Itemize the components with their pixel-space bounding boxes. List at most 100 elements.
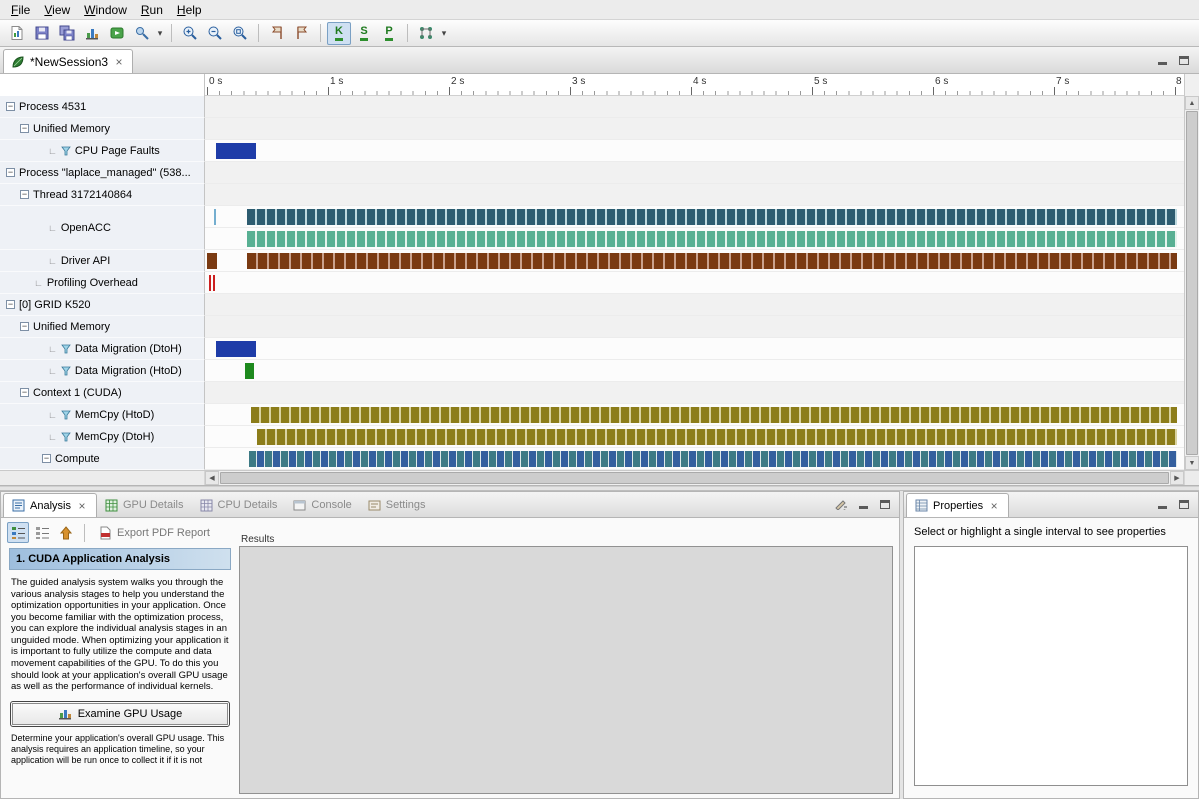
track-grid-k520[interactable] — [205, 294, 1184, 316]
track-memcpy-dtoh[interactable] — [205, 426, 1184, 448]
scroll-up-button[interactable] — [1185, 96, 1199, 110]
tab-gpu-details[interactable]: GPU Details — [97, 493, 192, 517]
timeline-bar-openacc-start[interactable] — [214, 209, 216, 225]
close-icon[interactable] — [988, 500, 1000, 512]
unguided-analysis-button[interactable] — [31, 522, 53, 543]
close-icon[interactable] — [113, 56, 125, 68]
horizontal-scrollbar[interactable] — [0, 470, 1199, 485]
timeline-bars-driver-api[interactable] — [247, 253, 1177, 269]
vertical-scroll-thumb[interactable] — [1186, 111, 1198, 455]
tree-item-openacc[interactable]: OpenACC — [0, 206, 205, 250]
collapse-icon[interactable] — [42, 454, 51, 463]
filter-icon[interactable] — [61, 432, 71, 442]
timeline-bars-memcpy-dtoh[interactable] — [257, 429, 1177, 445]
toggle-kernel-button[interactable]: K — [327, 22, 351, 45]
zoom-fit-button[interactable] — [228, 22, 252, 45]
examine-gpu-usage-button[interactable]: Examine GPU Usage — [12, 703, 228, 725]
tree-item-driver-api[interactable]: Driver API — [0, 250, 205, 272]
menu-window[interactable]: Window — [77, 1, 134, 19]
tree-item-memcpy-htod[interactable]: MemCpy (HtoD) — [0, 404, 205, 426]
tree-item-data-migration-dtoh[interactable]: Data Migration (DtoH) — [0, 338, 205, 360]
collapse-icon[interactable] — [6, 168, 15, 177]
filter-icon[interactable] — [61, 410, 71, 420]
collapse-icon[interactable] — [6, 102, 15, 111]
track-data-migration-dtoh[interactable] — [205, 338, 1184, 360]
view-menu-button[interactable] — [833, 496, 849, 512]
track-context-1[interactable] — [205, 382, 1184, 404]
time-ruler[interactable]: 0 s 1 s 2 s 3 s 4 s 5 s 6 s 7 s 8 — [205, 74, 1184, 96]
track-process-4531[interactable] — [205, 96, 1184, 118]
collapse-icon[interactable] — [20, 124, 29, 133]
track-driver-api[interactable] — [205, 250, 1184, 272]
maximize-button[interactable] — [1176, 496, 1192, 512]
filter-icon[interactable] — [61, 366, 71, 376]
tab-console[interactable]: Console — [285, 493, 359, 517]
maximize-button[interactable] — [1176, 52, 1192, 68]
analysis-menu-button[interactable] — [414, 22, 438, 45]
tree-item-compute[interactable]: Compute — [0, 448, 205, 470]
track-profiling-overhead[interactable] — [205, 272, 1184, 294]
save-button[interactable] — [30, 22, 54, 45]
generate-timeline-button[interactable] — [105, 22, 129, 45]
session-tab[interactable]: *NewSession3 — [3, 49, 133, 73]
analysis-menu-dropdown[interactable] — [439, 22, 449, 45]
tree-item-process-laplace[interactable]: Process "laplace_managed" (538... — [0, 162, 205, 184]
track-unified-memory-cpu[interactable] — [205, 118, 1184, 140]
tree-item-context-1-cuda[interactable]: Context 1 (CUDA) — [0, 382, 205, 404]
scroll-down-button[interactable] — [1185, 456, 1199, 470]
properties-detail-box[interactable] — [914, 546, 1188, 786]
timeline-bar-migration-dtoh[interactable] — [216, 341, 256, 357]
guided-analysis-button[interactable] — [7, 522, 29, 543]
results-content-box[interactable] — [239, 546, 893, 794]
track-cpu-page-faults[interactable] — [205, 140, 1184, 162]
scroll-right-button[interactable] — [1170, 471, 1184, 485]
menu-file[interactable]: File — [4, 1, 37, 19]
prev-marker-button[interactable] — [265, 22, 289, 45]
track-process-laplace[interactable] — [205, 162, 1184, 184]
export-pdf-button[interactable]: Export PDF Report — [92, 524, 216, 542]
track-unified-memory-gpu[interactable] — [205, 316, 1184, 338]
collapse-icon[interactable] — [20, 322, 29, 331]
collapse-icon[interactable] — [6, 300, 15, 309]
minimize-button[interactable] — [855, 496, 871, 512]
scroll-left-button[interactable] — [205, 471, 219, 485]
tree-item-grid-k520[interactable]: [0] GRID K520 — [0, 294, 205, 316]
vertical-scrollbar[interactable] — [1184, 96, 1199, 470]
tab-cpu-details[interactable]: CPU Details — [192, 493, 286, 517]
horizontal-scroll-thumb[interactable] — [220, 472, 1169, 484]
save-all-button[interactable] — [55, 22, 79, 45]
tree-item-process-4531[interactable]: Process 4531 — [0, 96, 205, 118]
collapse-icon[interactable] — [20, 388, 29, 397]
timeline-bars-openacc-upper[interactable] — [247, 209, 1177, 225]
tree-item-thread-3172140864[interactable]: Thread 3172140864 — [0, 184, 205, 206]
tree-item-profiling-overhead[interactable]: Profiling Overhead — [0, 272, 205, 294]
new-session-button[interactable] — [5, 22, 29, 45]
tab-settings[interactable]: Settings — [360, 493, 434, 517]
next-marker-button[interactable] — [290, 22, 314, 45]
profile-application-button[interactable] — [80, 22, 104, 45]
tree-item-memcpy-dtoh[interactable]: MemCpy (DtoH) — [0, 426, 205, 448]
tree-item-unified-memory-cpu[interactable]: Unified Memory — [0, 118, 205, 140]
maximize-button[interactable] — [877, 496, 893, 512]
timeline-bars-openacc-lower[interactable] — [247, 231, 1177, 247]
zoom-in-button[interactable] — [178, 22, 202, 45]
run-analysis-dropdown[interactable] — [155, 22, 165, 45]
toggle-process-button[interactable]: P — [377, 22, 401, 45]
menu-help[interactable]: Help — [170, 1, 209, 19]
timeline-bar-migration-htod[interactable] — [245, 363, 254, 379]
toggle-stream-button[interactable]: S — [352, 22, 376, 45]
filter-icon[interactable] — [61, 146, 71, 156]
collapse-icon[interactable] — [20, 190, 29, 199]
track-thread[interactable] — [205, 184, 1184, 206]
timeline-bar-overhead[interactable] — [213, 275, 215, 291]
zoom-out-button[interactable] — [203, 22, 227, 45]
menu-view[interactable]: View — [37, 1, 77, 19]
run-analysis-button[interactable] — [130, 22, 154, 45]
timeline-bars-compute[interactable] — [249, 451, 1177, 467]
tab-analysis[interactable]: Analysis — [3, 493, 97, 517]
tab-properties[interactable]: Properties — [906, 493, 1009, 517]
tree-item-cpu-page-faults[interactable]: CPU Page Faults — [0, 140, 205, 162]
minimize-button[interactable] — [1154, 496, 1170, 512]
track-compute[interactable] — [205, 448, 1184, 470]
timeline-bars-memcpy-htod[interactable] — [251, 407, 1177, 423]
